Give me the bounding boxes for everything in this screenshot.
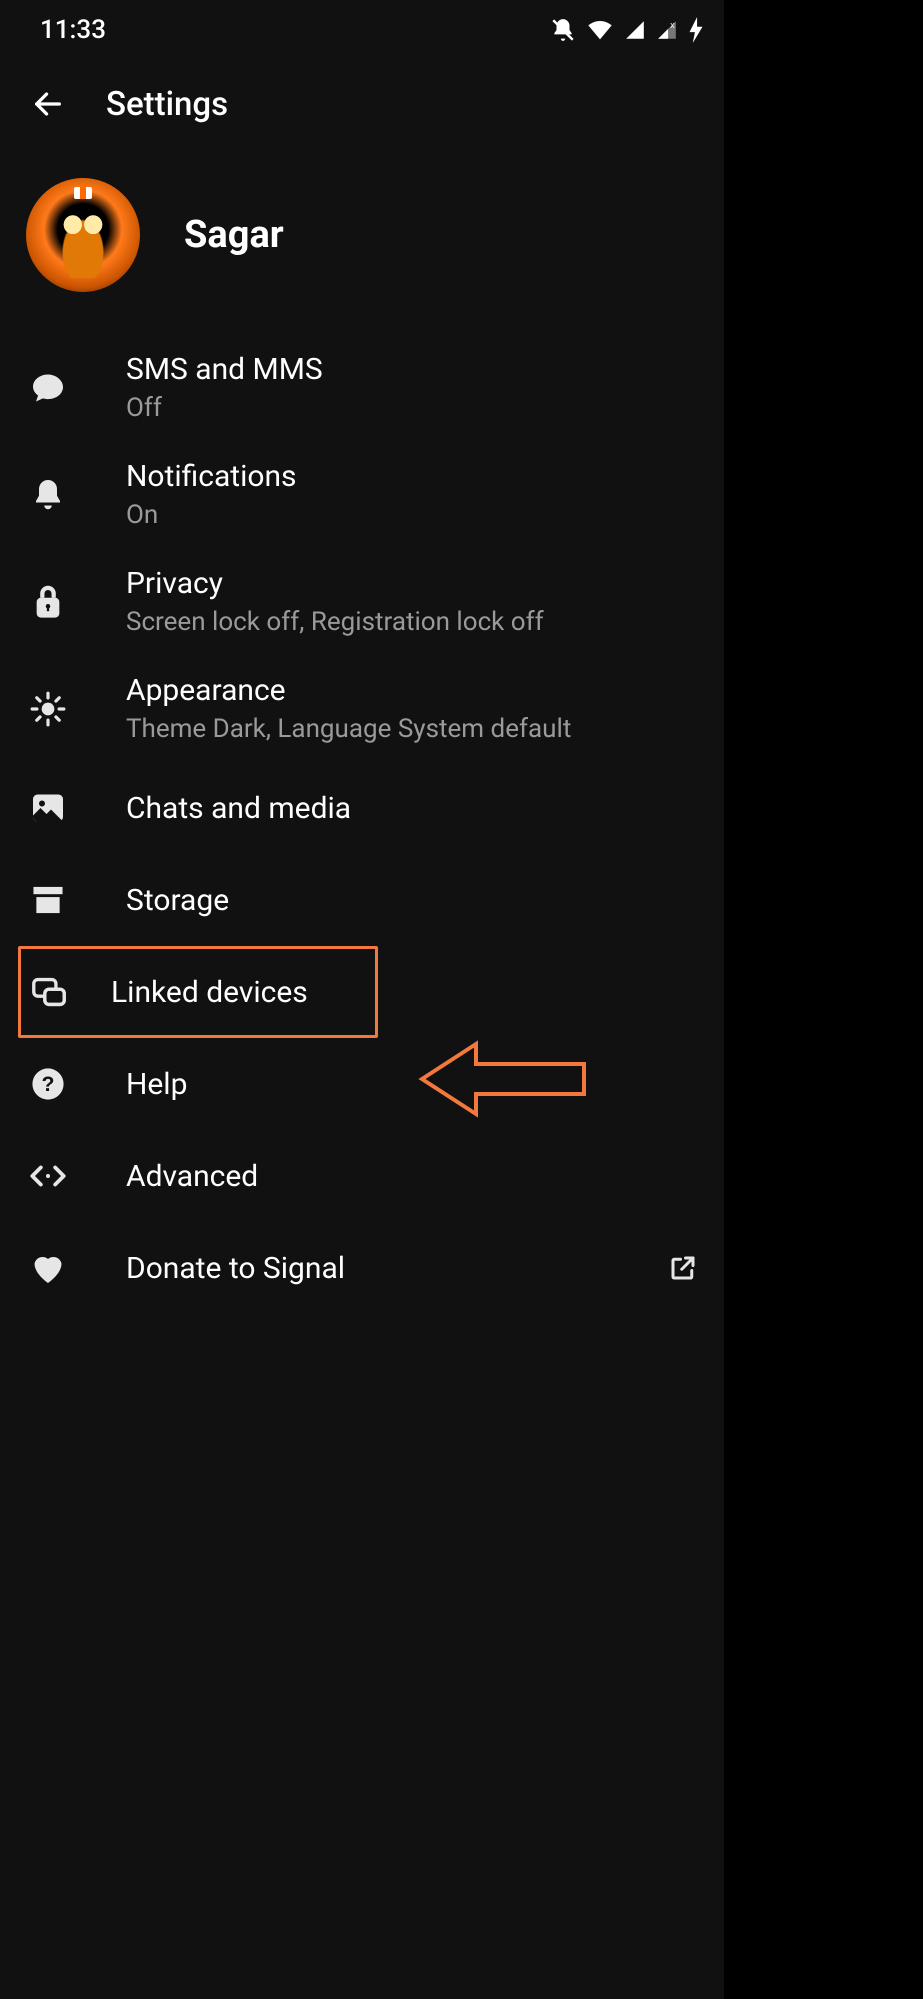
item-title: Chats and media (126, 791, 698, 826)
settings-item-storage[interactable]: Storage (0, 854, 724, 946)
item-title: Storage (126, 883, 698, 918)
item-title: Donate to Signal (126, 1251, 668, 1286)
settings-item-sms[interactable]: SMS and MMS Off (0, 334, 724, 441)
item-title: Help (126, 1067, 698, 1102)
page-title: Settings (106, 85, 228, 124)
item-title: Appearance (126, 673, 698, 708)
settings-list: SMS and MMS Off Notifications On Pri (0, 328, 724, 1320)
do-not-disturb-icon (550, 17, 576, 43)
settings-item-donate[interactable]: Donate to Signal (0, 1222, 724, 1314)
status-time: 11:33 (40, 15, 106, 45)
item-title: Advanced (126, 1159, 698, 1194)
archive-icon (26, 884, 70, 916)
settings-item-appearance[interactable]: Appearance Theme Dark, Language System d… (0, 655, 724, 762)
item-subtitle: Screen lock off, Registration lock off (126, 607, 698, 637)
heart-icon (26, 1251, 70, 1285)
svg-text:x: x (670, 20, 675, 30)
settings-item-chats[interactable]: Chats and media (0, 762, 724, 854)
settings-item-linked-devices[interactable]: Linked devices (18, 946, 378, 1038)
settings-item-privacy[interactable]: Privacy Screen lock off, Registration lo… (0, 548, 724, 655)
help-icon: ? (26, 1067, 70, 1101)
signal-sim1-icon (624, 19, 646, 41)
signal-sim2-icon: x (656, 19, 678, 41)
code-icon (26, 1162, 70, 1190)
settings-item-advanced[interactable]: Advanced (0, 1130, 724, 1222)
item-subtitle: Off (126, 393, 698, 423)
external-link-icon (668, 1253, 698, 1283)
wifi-icon (586, 18, 614, 42)
settings-item-help[interactable]: ? Help (0, 1038, 724, 1130)
status-bar: 11:33 x (0, 0, 724, 60)
item-subtitle: On (126, 500, 698, 530)
back-button[interactable] (28, 84, 68, 124)
bell-icon (26, 477, 70, 513)
settings-item-notifications[interactable]: Notifications On (0, 441, 724, 548)
image-icon (26, 791, 70, 825)
profile-row[interactable]: Sagar (0, 156, 724, 328)
charging-icon (688, 17, 704, 43)
profile-name: Sagar (184, 213, 284, 257)
item-title: Privacy (126, 566, 698, 601)
status-tray: x (550, 17, 704, 43)
settings-header: Settings (0, 60, 724, 156)
chat-bubble-icon (26, 370, 70, 406)
linked-devices-icon (27, 976, 71, 1008)
sun-icon (26, 690, 70, 728)
item-title: SMS and MMS (126, 352, 698, 387)
svg-text:?: ? (42, 1072, 55, 1096)
lock-icon (26, 582, 70, 622)
item-title: Linked devices (111, 975, 375, 1010)
avatar (26, 178, 140, 292)
item-subtitle: Theme Dark, Language System default (126, 714, 698, 744)
item-title: Notifications (126, 459, 698, 494)
back-arrow-icon (31, 87, 65, 121)
